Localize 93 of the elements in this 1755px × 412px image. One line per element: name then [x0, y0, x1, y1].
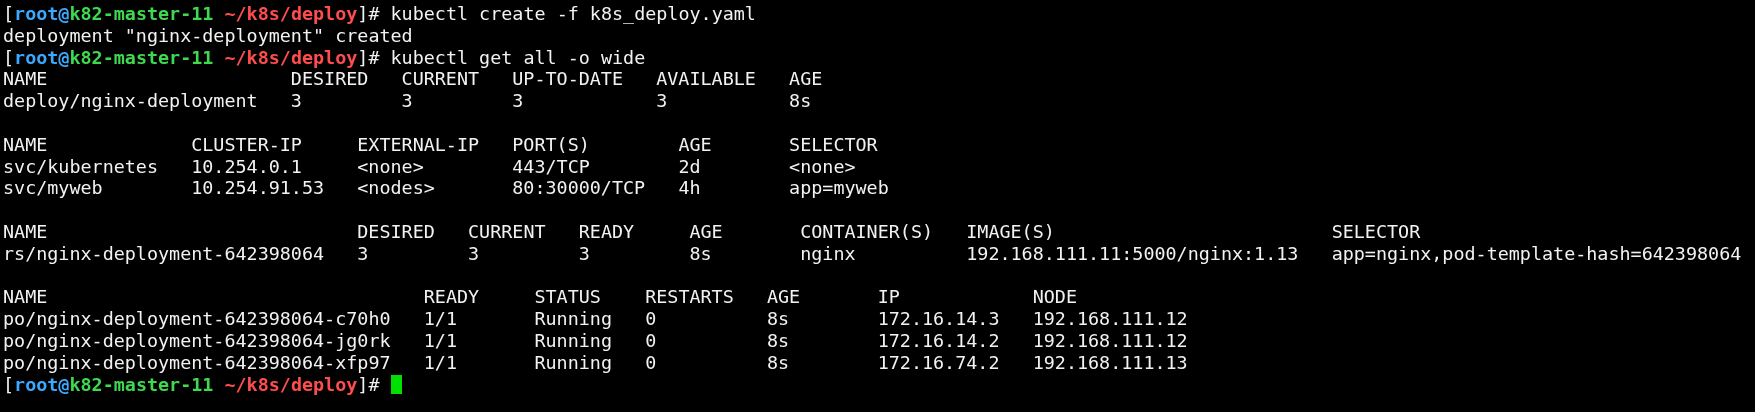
table-cell-text: 192.168.111.12 [1032, 308, 1189, 330]
table-cell-text: 3 [468, 242, 481, 265]
table-cell-text: po/nginx-deployment-642398064-jg0rk [3, 329, 392, 352]
table-cell-text: 10.254.0.1 [191, 155, 303, 178]
column-header: CONTAINER(S) [800, 220, 935, 243]
column-header: PORT(S) [512, 133, 591, 156]
prompt-bracket: [ [3, 373, 15, 396]
table-cell-text: deploy/nginx-deployment [3, 90, 259, 112]
table-cell-text: 443/TCP [512, 155, 591, 178]
column-header: SELECTOR [789, 133, 879, 156]
table-cell-text: Running [534, 329, 613, 352]
column-header: NODE [1032, 286, 1078, 309]
table-cell-text: 3 [656, 90, 669, 112]
table-cell-text: 0 [645, 329, 658, 352]
table-cell-text: svc/myweb [3, 177, 104, 200]
prompt-path: ~/k8s/deploy [224, 373, 358, 396]
prompt-user: root@ [14, 373, 70, 396]
table-cell-text: 1/1 [423, 329, 458, 352]
table-cell-text: Running [534, 351, 613, 374]
column-header: READY [423, 286, 481, 309]
table-cell-text: 8s [766, 308, 791, 330]
table-cell-text: 3 [357, 242, 370, 265]
column-header: EXTERNAL-IP [357, 133, 481, 156]
table-cell-text: 172.16.14.2 [877, 329, 1001, 352]
prompt-host: k82-master-11 [69, 3, 214, 25]
column-header: AVAILABLE [656, 68, 757, 91]
column-header: CLUSTER-IP [191, 133, 303, 156]
table-cell-text: 8s [766, 329, 791, 352]
command-text: kubectl create -f k8s_deploy.yaml [390, 3, 756, 25]
table-cell-text: app=nginx,pod-template-hash=642398064 [1331, 242, 1743, 265]
table-cell-text: po/nginx-deployment-642398064-c70h0 [3, 308, 392, 330]
column-header: UP-TO-DATE [512, 68, 625, 91]
table-cell-text: 1/1 [423, 351, 458, 374]
table-cell-text: 2d [678, 155, 702, 178]
table-cell-text: 0 [645, 351, 658, 374]
column-header: SELECTOR [1331, 220, 1422, 243]
column-header: NAME [3, 220, 49, 243]
table-cell-text: Running [534, 308, 613, 330]
table-cell-text: app=myweb [789, 177, 890, 200]
table-cell-text: rs/nginx-deployment-642398064 [3, 242, 326, 265]
table-cell-text: <nodes> [357, 177, 436, 200]
table-cell-text: 3 [512, 90, 525, 112]
table-cell-text: 172.16.74.2 [877, 351, 1001, 374]
column-header: STATUS [534, 286, 602, 309]
column-header: AGE [789, 68, 824, 91]
table-cell-text: 8s [689, 242, 713, 265]
prompt-user: root@ [14, 3, 70, 25]
prompt-symbol: ]# [357, 373, 380, 396]
table-cell-text: nginx [800, 242, 857, 265]
column-header: DESIRED [290, 68, 370, 91]
column-header: IP [877, 286, 901, 309]
table-cell-text: 0 [645, 308, 658, 330]
column-header: AGE [678, 133, 713, 156]
column-header: IMAGE(S) [966, 220, 1056, 243]
table-cell-text: <none> [357, 155, 425, 178]
output-text: deployment "nginx-deployment" created [3, 24, 413, 47]
table-cell-text: 8s [789, 90, 813, 112]
prompt-host: k82-master-11 [69, 46, 214, 69]
prompt-user: root@ [14, 46, 70, 69]
column-header: CURRENT [401, 68, 481, 91]
table-cell-text: 172.16.14.3 [877, 308, 1001, 330]
column-header: RESTARTS [645, 286, 735, 309]
table-cell-text: 192.168.111.12 [1032, 329, 1189, 352]
table-cell-text: <none> [789, 155, 857, 178]
table-cell-text: svc/kubernetes [3, 155, 159, 178]
column-header: AGE [689, 220, 724, 243]
table-cell-text: 192.168.111.11:5000/nginx:1.13 [966, 242, 1300, 265]
table-cell-text: 3 [401, 90, 414, 112]
prompt-symbol: ]# [357, 46, 380, 69]
prompt-path: ~/k8s/deploy [224, 46, 358, 69]
prompt-path: ~/k8s/deploy [224, 3, 358, 25]
column-header: DESIRED [357, 220, 436, 243]
table-cell-text: po/nginx-deployment-642398064-xfp97 [3, 351, 392, 374]
command-text: kubectl get all -o wide [390, 46, 646, 69]
table-cell-text: 3 [290, 90, 303, 112]
table-cell-text: 1/1 [423, 308, 458, 330]
table-cell-text: 3 [578, 242, 591, 265]
column-header: READY [578, 220, 636, 243]
table-cell-text: 4h [678, 177, 702, 200]
prompt-symbol: ]# [357, 3, 380, 25]
column-header: NAME [3, 133, 49, 156]
prompt-bracket: [ [3, 46, 15, 69]
text-cursor [390, 374, 402, 394]
column-header: CURRENT [468, 220, 547, 243]
prompt-host: k82-master-11 [69, 373, 214, 396]
table-cell-text: 80:30000/TCP [512, 177, 647, 200]
table-cell-text: 192.168.111.13 [1032, 351, 1189, 374]
column-header: NAME [3, 286, 49, 309]
table-cell-text: 8s [766, 351, 791, 374]
table-cell-text: 10.254.91.53 [191, 177, 326, 200]
column-header: AGE [766, 286, 802, 309]
prompt-bracket: [ [3, 3, 15, 25]
column-header: NAME [3, 68, 49, 91]
